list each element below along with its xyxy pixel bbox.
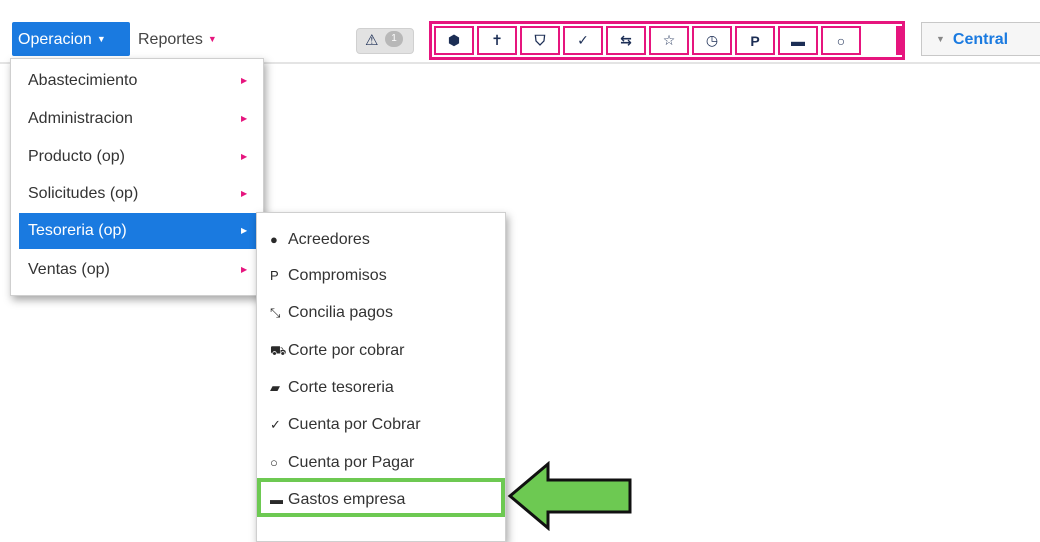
caret-right-icon: ▶ xyxy=(241,152,248,161)
gastos-empresa-highlight xyxy=(257,478,505,517)
paypal-icon: P xyxy=(750,32,760,49)
user-circle-icon: ● xyxy=(270,232,278,247)
toolbar-button-circle[interactable]: ○ xyxy=(821,26,861,55)
submenu-item-label: Corte por cobrar xyxy=(288,342,405,359)
toolbar-button-clock[interactable]: ◷ xyxy=(692,26,732,55)
caret-right-icon: ▶ xyxy=(241,76,248,85)
toolbar-button-retweet[interactable]: ⇆ xyxy=(606,26,646,55)
alerts-button[interactable]: ⚠ 1 xyxy=(356,28,414,54)
caret-right-icon: ▶ xyxy=(241,265,248,274)
caret-down-icon: ▼ xyxy=(96,34,106,44)
menu-item-producto[interactable]: Producto (op) ▶ xyxy=(19,139,257,175)
menu-reportes-label: Reportes xyxy=(138,31,203,48)
book-icon: ▰ xyxy=(270,380,280,395)
cart-icon: ⛟ xyxy=(270,343,287,358)
submenu-item-cuenta-por-cobrar[interactable]: ✓ Cuenta por Cobrar xyxy=(270,409,421,441)
warning-icon: ⚠ xyxy=(365,32,379,49)
menu-item-tesoreria[interactable]: Tesoreria (op) ▶ xyxy=(19,213,257,249)
compress-icon: ⤡ xyxy=(270,305,281,320)
top-navbar: Operacion ▼ Reportes ▼ ⚠ 1 ⬢ ✝ ⛉ ✓ ⇆ ☆ ◷ P… xyxy=(0,0,1040,64)
toolbar-button-shield[interactable]: ⛉ xyxy=(520,26,560,55)
menu-item-label: Abastecimiento xyxy=(28,72,138,89)
menu-item-administracion[interactable]: Administracion ▶ xyxy=(19,101,257,137)
quick-access-toolbar: ⬢ ✝ ⛉ ✓ ⇆ ☆ ◷ P ▬ ○ xyxy=(429,21,905,60)
toolbar-button-id-card[interactable]: ▬ xyxy=(778,26,818,55)
caret-down-icon: ▼ xyxy=(207,34,217,44)
submenu-item-compromisos[interactable]: P Compromisos xyxy=(270,260,387,292)
submenu-item-label: Corte tesoreria xyxy=(288,379,394,396)
shield-icon: ⛉ xyxy=(534,32,546,48)
star-icon: ☆ xyxy=(662,32,676,48)
pointer-arrow-icon xyxy=(507,461,632,531)
submenu-item-corte-tesoreria[interactable]: ▰ Corte tesoreria xyxy=(270,372,394,404)
menu-item-label: Solicitudes (op) xyxy=(28,185,139,202)
caret-down-icon: ▼ xyxy=(936,34,945,44)
toolbar-button-check[interactable]: ✓ xyxy=(563,26,603,55)
submenu-item-label: Cuenta por Cobrar xyxy=(288,416,421,433)
toolbar-button-pin[interactable]: ✝ xyxy=(477,26,517,55)
toolbar-button-star[interactable]: ☆ xyxy=(649,26,689,55)
submenu-item-cuenta-por-pagar[interactable]: ○ Cuenta por Pagar xyxy=(270,447,414,479)
check-circle-icon: ✓ xyxy=(270,417,281,432)
paypal-icon: P xyxy=(270,268,279,283)
menu-item-label: Administracion xyxy=(28,110,133,127)
caret-right-icon: ▶ xyxy=(241,226,248,235)
menu-operacion-button[interactable]: Operacion ▼ xyxy=(12,22,130,56)
submenu-item-label: Compromisos xyxy=(288,267,387,284)
operacion-dropdown: Abastecimiento ▶ Administracion ▶ Producto… xyxy=(10,58,264,296)
submenu-item-label: Acreedores xyxy=(288,231,370,248)
retweet-icon: ⇆ xyxy=(620,32,632,48)
pin-icon: ✝ xyxy=(491,32,503,48)
submenu-item-label: Cuenta por Pagar xyxy=(288,454,415,471)
menu-item-solicitudes[interactable]: Solicitudes (op) ▶ xyxy=(19,176,257,212)
submenu-item-concilia-pagos[interactable]: ⤡ Concilia pagos xyxy=(270,297,393,329)
toolbar-button-cube[interactable]: ⬢ xyxy=(434,26,474,55)
caret-right-icon: ▶ xyxy=(241,189,248,198)
branch-label: Central xyxy=(952,31,1009,48)
menu-item-abastecimiento[interactable]: Abastecimiento ▶ xyxy=(19,63,257,99)
menu-item-label: Producto (op) xyxy=(28,148,125,165)
toolbar-endcap xyxy=(896,26,902,55)
submenu-item-acreedores[interactable]: ● Acreedores xyxy=(270,224,370,256)
cube-icon: ⬢ xyxy=(447,32,461,48)
menu-item-ventas[interactable]: Ventas (op) ▶ xyxy=(19,252,257,288)
submenu-item-corte-por-cobrar[interactable]: ⛟ Corte por cobrar xyxy=(270,335,405,367)
menu-item-label: Ventas (op) xyxy=(28,261,110,278)
alerts-count-badge: 1 xyxy=(385,31,403,47)
caret-right-icon: ▶ xyxy=(241,114,248,123)
branch-selector-button[interactable]: ▼ Central xyxy=(921,22,1040,56)
submenu-item-label: Concilia pagos xyxy=(288,304,393,321)
circle-icon: ○ xyxy=(836,32,846,49)
menu-item-label: Tesoreria (op) xyxy=(28,222,127,239)
clock-icon: ◷ xyxy=(705,32,719,48)
toolbar-button-paypal[interactable]: P xyxy=(735,26,775,55)
menu-operacion-label: Operacion xyxy=(18,31,92,48)
check-circle-icon: ✓ xyxy=(577,32,589,48)
menu-reportes-button[interactable]: Reportes ▼ xyxy=(132,22,232,56)
id-card-icon: ▬ xyxy=(791,32,805,49)
circle-icon: ○ xyxy=(270,455,278,470)
